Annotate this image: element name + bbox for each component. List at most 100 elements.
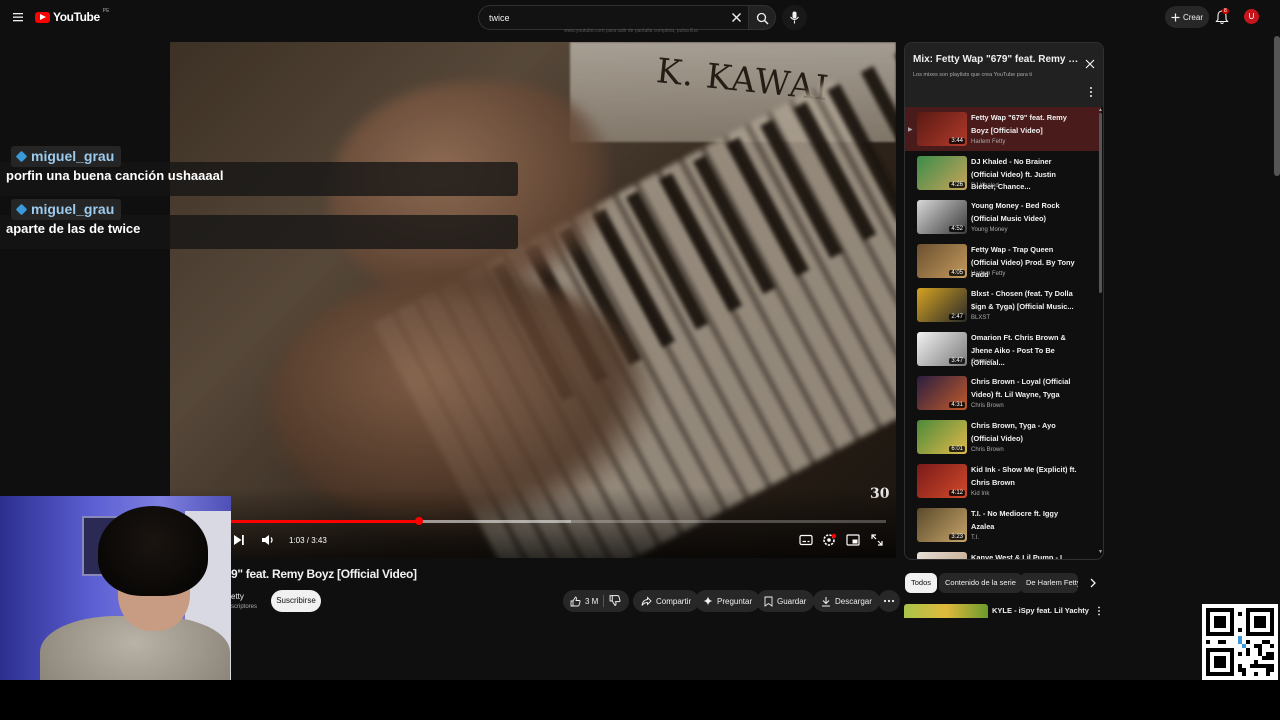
playlist-thumbnail: 3:47 (917, 332, 967, 366)
playlist-item-title: Kid Ink - Show Me (Explicit) ft. Chris B… (971, 465, 1077, 487)
like-dislike-group: 3 M (563, 590, 629, 612)
playlist-thumbnail: 3:44 (917, 112, 967, 146)
subtitles-icon[interactable] (798, 532, 814, 548)
create-label: Crear (1182, 12, 1203, 22)
playlist-item-channel: Harlem Fetty (971, 139, 1006, 145)
playlist-item-channel: Chris Brown (971, 403, 1004, 409)
close-icon[interactable] (1085, 59, 1095, 69)
playlist-thumbnail: 4:52 (917, 200, 967, 234)
duration-badge: 3:47 (949, 358, 965, 364)
search-input[interactable] (489, 6, 719, 29)
playlist-item[interactable]: 3:23 T.I. - No Mediocre ft. Iggy Azalea T.… (905, 503, 1101, 547)
related-video-item[interactable]: KYLE - iSpy feat. Lil Yachty (904, 604, 1104, 618)
playlist-item-title: Fetty Wap "679" feat. Remy Boyz [Officia… (971, 113, 1067, 135)
volume-icon[interactable] (260, 532, 276, 548)
logo-text: YouTube (53, 10, 100, 24)
download-icon (822, 596, 830, 606)
search-icon (756, 12, 769, 25)
scroll-down-icon[interactable]: ▼ (1098, 549, 1103, 555)
miniplayer-icon[interactable] (845, 532, 861, 548)
youtube-logo[interactable]: YouTube PE (35, 8, 109, 24)
webcam-person-hair (98, 506, 208, 596)
related-thumbnail (904, 604, 988, 618)
chip-all[interactable]: Todos (905, 573, 938, 593)
progress-played (230, 520, 419, 523)
video-player[interactable]: K. KAWAI 30 1:03 / 3:43 (170, 42, 896, 558)
bottom-bar (0, 680, 1280, 720)
share-label: Compartir (656, 596, 692, 606)
chat-username: miguel_grau (11, 146, 122, 167)
plus-icon (1171, 13, 1180, 21)
playlist-thumbnail (917, 552, 967, 559)
voice-search-button[interactable] (782, 5, 807, 30)
settings-icon[interactable] (821, 532, 837, 548)
playlist-thumbnail: 4:26 (917, 156, 967, 190)
like-button[interactable]: 3 M (570, 590, 598, 612)
bookmark-icon (764, 596, 773, 607)
search-box (478, 5, 748, 30)
channel-name[interactable]: etty (231, 592, 244, 601)
chip-channel[interactable]: De Harlem Fetty (1020, 573, 1078, 593)
page-scrollbar[interactable] (1274, 36, 1280, 176)
more-actions-button[interactable] (878, 590, 900, 612)
playlist-thumbnail: 4:12 (917, 464, 967, 498)
playlist-item-channel: Harlem Fetty (971, 271, 1006, 277)
chip-series[interactable]: Contenido de la serie (939, 573, 1022, 593)
playlist-item[interactable]: 4:52 Young Money - Bed Rock (Official Mus… (905, 195, 1101, 239)
kebab-menu-icon[interactable] (1096, 606, 1102, 616)
kebab-menu-icon[interactable] (1087, 86, 1095, 98)
fullscreen-icon[interactable] (869, 532, 885, 548)
ask-button[interactable]: Preguntar (695, 590, 761, 612)
playlist-thumbnail: 2:47 (917, 288, 967, 322)
progress-scrubber[interactable] (414, 517, 423, 525)
close-icon[interactable] (729, 10, 744, 25)
playlist-item-title: Chris Brown - Loyal (Official Video) ft.… (971, 377, 1071, 399)
chevron-right-icon[interactable] (1086, 576, 1100, 590)
now-playing-icon: ▶ (908, 127, 913, 133)
duration-badge: 4:26 (949, 182, 965, 188)
next-icon[interactable] (231, 532, 247, 548)
chat-text: porfin una buena canción ushaaaal (6, 168, 224, 183)
duration-badge: 4:12 (949, 490, 965, 496)
playlist-item[interactable]: 6:01 Chris Brown, Tyga - Ayo (Official Vi… (905, 415, 1101, 459)
playlist-item[interactable]: 2:47 Blxst - Chosen (feat. Ty Dolla $ign … (905, 283, 1101, 327)
menu-icon[interactable] (10, 9, 26, 25)
playlist-items: ▶ 3:44 Fetty Wap "679" feat. Remy Boyz [Of… (905, 107, 1101, 559)
playlist-item[interactable]: 4:12 Kid Ink - Show Me (Explicit) ft. Chr… (905, 459, 1101, 503)
playlist-scrollbar[interactable] (1099, 113, 1102, 293)
progress-bar[interactable] (230, 517, 886, 525)
playlist-item[interactable]: 4:05 Fetty Wap - Trap Queen (Official Vid… (905, 239, 1101, 283)
playlist-item[interactable]: 4:31 Chris Brown - Loyal (Official Video)… (905, 371, 1101, 415)
playlist-item-title: T.I. - No Mediocre ft. Iggy Azalea (971, 509, 1059, 531)
download-button[interactable]: Descargar (813, 590, 880, 612)
playlist-item-title: Blxst - Chosen (feat. Ty Dolla $ign & Ty… (971, 289, 1074, 311)
more-icon (883, 599, 895, 603)
download-label: Descargar (835, 596, 872, 606)
playlist-item-channel: T.I. (971, 535, 980, 541)
save-button[interactable]: Guardar (756, 590, 815, 612)
search-button[interactable] (748, 5, 776, 30)
duration-badge: 6:01 (949, 446, 965, 452)
playlist-item[interactable]: ▶ 3:44 Fetty Wap "679" feat. Remy Boyz [Of… (905, 107, 1101, 151)
playlist-item[interactable]: 4:26 DJ Khaled - No Brainer (Official Vid… (905, 151, 1101, 195)
thumbs-down-icon[interactable] (609, 594, 621, 607)
chat-username-text: miguel_grau (31, 148, 115, 164)
share-button[interactable]: Compartir (633, 590, 700, 612)
playlist-item-channel: Omarion (971, 359, 995, 365)
duration-badge: 3:44 (949, 138, 965, 144)
playlist-title[interactable]: Mix: Fetty Wap "679" feat. Remy Boyz [Of… (913, 54, 1083, 65)
playlist-item[interactable]: Kanye West & Lil Pump - I Love (905, 547, 1101, 559)
cube-icon (15, 150, 28, 163)
ask-label: Preguntar (717, 596, 753, 606)
video-title: 9" feat. Remy Boyz [Official Video] (231, 567, 417, 581)
mic-icon (790, 11, 799, 24)
qr-code-icon (1206, 608, 1274, 676)
playlist-item-title: Young Money - Bed Rock (Official Music V… (971, 201, 1060, 223)
fullscreen-hint: www.youtube.com para salir de pantalla c… (564, 28, 699, 34)
avatar[interactable]: U (1244, 9, 1259, 24)
channel-subscribers: scriptores (231, 604, 258, 610)
playlist-item[interactable]: 3:47 Omarion Ft. Chris Brown & Jhene Aiko… (905, 327, 1101, 371)
create-button[interactable]: Crear (1165, 6, 1209, 28)
subscribe-button[interactable]: Suscribirse (271, 590, 321, 612)
share-icon (641, 595, 652, 606)
